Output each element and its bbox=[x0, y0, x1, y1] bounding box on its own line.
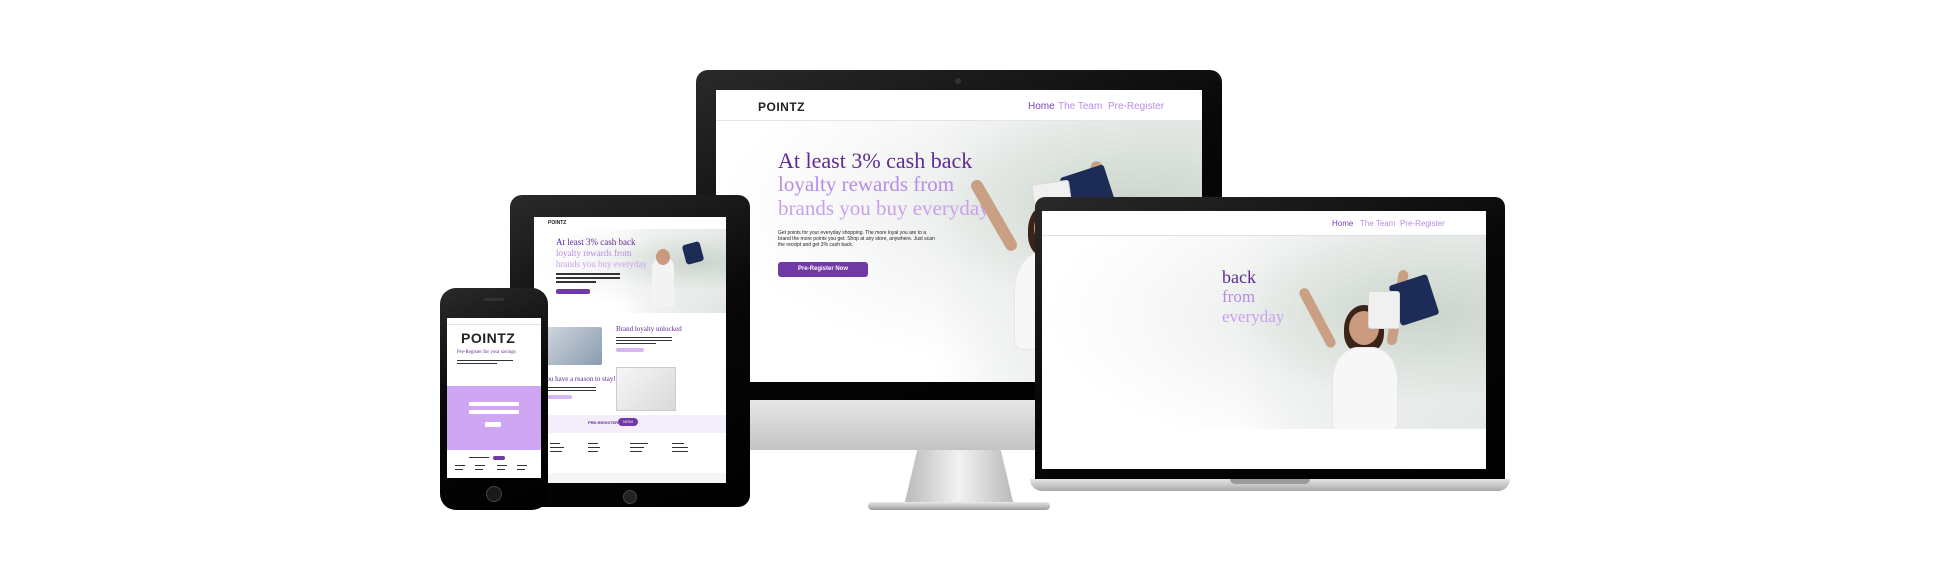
phone-screen: POINTZ Pre-Register for your savings bbox=[447, 318, 541, 478]
nav-pre-register[interactable]: Pre-Register bbox=[1108, 101, 1164, 112]
tablet-home-button[interactable] bbox=[623, 490, 637, 504]
tablet-section-reason-to-stay: You have a reason to stay! bbox=[542, 375, 616, 383]
phone: POINTZ Pre-Register for your savings bbox=[440, 288, 548, 510]
pre-register-now-button[interactable]: Pre-Register Now bbox=[778, 262, 868, 277]
tablet-logo[interactable]: POINTZ bbox=[548, 220, 566, 226]
phone-topbar bbox=[447, 318, 541, 325]
hero-headline-1: At least 3% cash back bbox=[778, 148, 973, 173]
phone-form-panel bbox=[447, 386, 541, 450]
tablet-cta[interactable] bbox=[556, 289, 590, 294]
laptop-screen: Home The Team Pre-Register back from eve… bbox=[1042, 211, 1486, 469]
phone-footer-now[interactable] bbox=[493, 456, 505, 460]
tablet-photo-men bbox=[546, 327, 602, 365]
tablet-section1-button[interactable] bbox=[616, 348, 644, 352]
tablet-keychain-image bbox=[616, 367, 676, 411]
hero-body-3: the receipt and get 3% cash back. bbox=[778, 242, 854, 248]
tablet-footer-bar bbox=[534, 473, 726, 483]
tablet-headline-3: brands you buy everyday bbox=[556, 259, 647, 269]
phone-home-button[interactable] bbox=[486, 486, 502, 502]
tablet-headline-2: loyalty rewards from bbox=[556, 248, 632, 258]
monitor-stand bbox=[904, 450, 1014, 506]
laptop-notch bbox=[1230, 479, 1310, 484]
phone-input-2[interactable] bbox=[469, 410, 519, 414]
nav-home[interactable]: Home bbox=[1028, 101, 1055, 112]
laptop-bag-white bbox=[1368, 291, 1400, 329]
camera-dot bbox=[955, 78, 961, 84]
laptop-headline-3: everyday bbox=[1222, 307, 1285, 326]
laptop-headline-1: back bbox=[1222, 267, 1256, 287]
nav-the-team[interactable]: The Team bbox=[1058, 101, 1102, 112]
monitor-foot bbox=[868, 502, 1050, 510]
tablet-screen: POINTZ At least 3% cash back loyalty rew… bbox=[534, 217, 726, 483]
laptop-nav-the-team[interactable]: The Team bbox=[1360, 219, 1395, 228]
hero-headline-2: loyalty rewards from bbox=[778, 172, 955, 196]
phone-headline: Pre-Register for your savings bbox=[457, 350, 516, 355]
tablet-footer-now-button[interactable]: NOW bbox=[618, 418, 638, 426]
tablet-section2-button[interactable] bbox=[544, 395, 572, 399]
laptop-lower-white bbox=[1042, 429, 1486, 469]
tablet-section-brand-loyalty: Brand loyalty unlocked bbox=[616, 325, 682, 333]
phone-submit-button[interactable] bbox=[485, 422, 501, 427]
laptop-headline-2: from bbox=[1222, 287, 1256, 306]
phone-logo[interactable]: POINTZ bbox=[461, 330, 515, 346]
phone-speaker bbox=[484, 298, 504, 301]
laptop-nav-home[interactable]: Home bbox=[1332, 219, 1353, 228]
laptop: Home The Team Pre-Register back from eve… bbox=[1030, 197, 1510, 502]
tablet-footer-preregister: PRE-REGISTER bbox=[588, 420, 619, 425]
phone-input-1[interactable] bbox=[469, 402, 519, 406]
pointz-logo[interactable]: POINTZ bbox=[758, 100, 805, 114]
tablet-headline-1: At least 3% cash back bbox=[556, 237, 636, 247]
laptop-nav-pre-register[interactable]: Pre-Register bbox=[1400, 219, 1445, 228]
